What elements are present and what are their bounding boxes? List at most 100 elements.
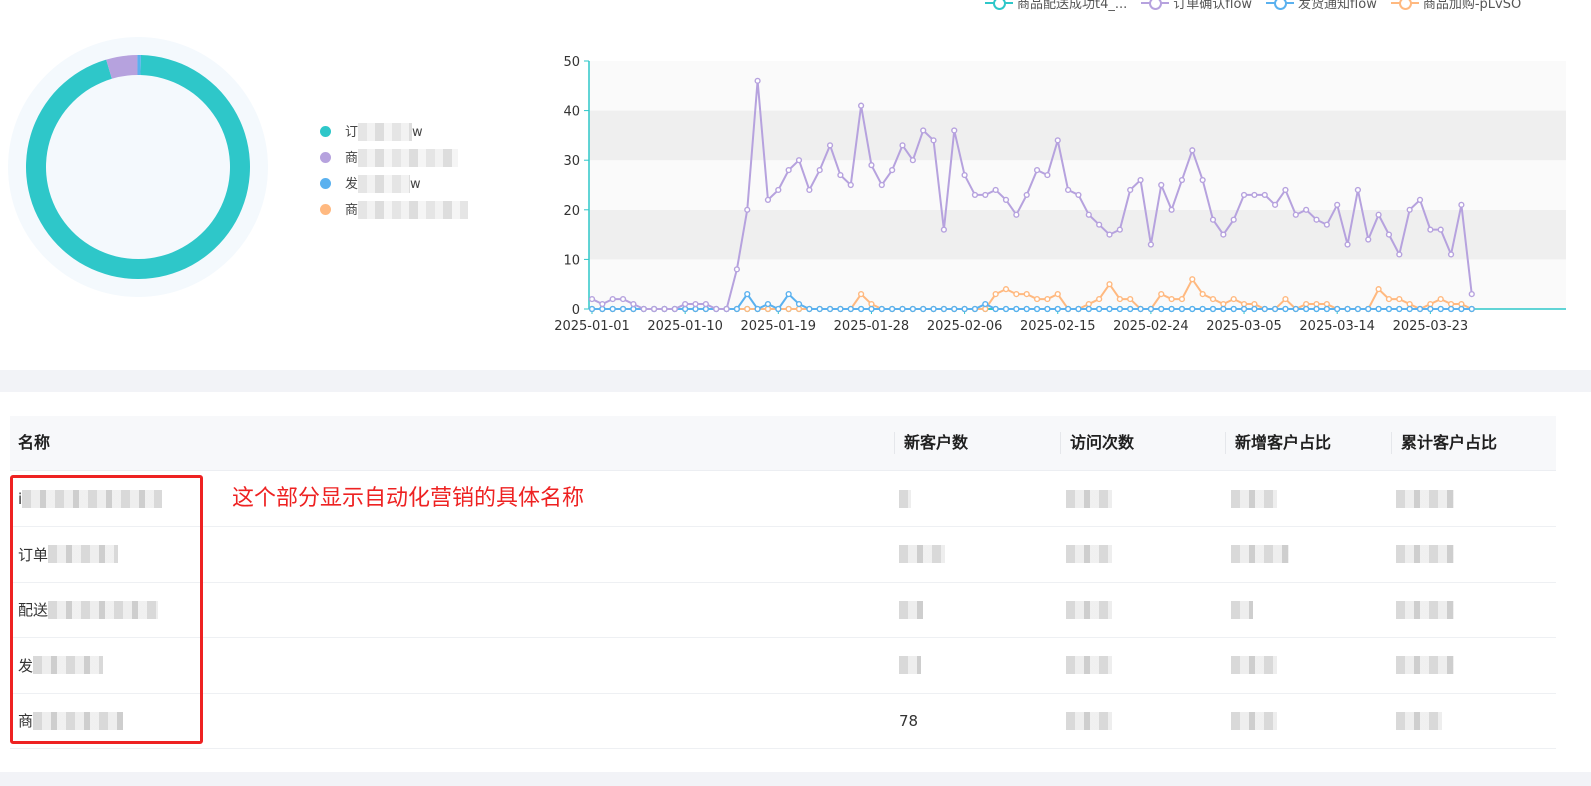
data-point[interactable] [1013, 305, 1020, 313]
table-row[interactable]: 商 78 [10, 693, 1556, 749]
data-point[interactable] [837, 171, 844, 179]
data-point[interactable] [837, 305, 844, 313]
data-point[interactable] [1427, 226, 1434, 233]
data-point[interactable] [982, 305, 989, 313]
data-point[interactable] [775, 305, 782, 313]
data-point[interactable] [599, 300, 606, 308]
data-point[interactable] [982, 300, 989, 308]
data-point[interactable] [1220, 300, 1227, 308]
data-point[interactable] [1158, 291, 1165, 298]
data-point[interactable] [1064, 186, 1072, 194]
data-point[interactable] [1168, 295, 1175, 303]
data-point[interactable] [1158, 181, 1165, 189]
data-point[interactable] [1375, 211, 1382, 218]
data-point[interactable] [1323, 305, 1330, 313]
data-point[interactable] [1127, 295, 1134, 303]
data-point[interactable] [1416, 305, 1424, 313]
data-point[interactable] [1406, 206, 1413, 213]
data-point[interactable] [1261, 191, 1268, 199]
data-point[interactable] [764, 305, 772, 313]
data-point[interactable] [1230, 216, 1237, 223]
header-visits[interactable]: 访问次数 [1070, 416, 1134, 470]
data-point[interactable] [868, 162, 875, 169]
data-point[interactable] [961, 171, 968, 179]
data-point[interactable] [1178, 176, 1186, 184]
data-point[interactable] [1033, 305, 1041, 313]
data-point[interactable] [1240, 305, 1248, 313]
data-point[interactable] [1209, 305, 1217, 313]
data-point[interactable] [1054, 291, 1061, 298]
table-row[interactable]: 订单 [10, 527, 1556, 583]
data-point[interactable] [816, 167, 823, 174]
data-point[interactable] [1334, 201, 1341, 208]
data-point[interactable] [702, 305, 709, 313]
data-point[interactable] [857, 102, 865, 109]
data-point[interactable] [1406, 305, 1413, 313]
data-point[interactable] [1147, 241, 1155, 248]
data-point[interactable] [1468, 291, 1475, 298]
data-point[interactable] [619, 295, 627, 303]
data-point[interactable] [878, 305, 885, 313]
data-point[interactable] [1251, 191, 1258, 199]
data-point[interactable] [1199, 291, 1206, 298]
data-point[interactable] [1354, 305, 1362, 313]
data-point[interactable] [1365, 236, 1372, 243]
data-point[interactable] [878, 181, 885, 189]
data-point[interactable] [1013, 211, 1020, 218]
data-point[interactable] [671, 305, 678, 313]
data-point[interactable] [806, 305, 813, 313]
data-point[interactable] [630, 305, 637, 313]
data-point[interactable] [847, 181, 854, 189]
data-point[interactable] [1303, 305, 1310, 313]
data-point[interactable] [1271, 201, 1279, 208]
data-point[interactable] [1240, 191, 1248, 199]
data-point[interactable] [1396, 251, 1403, 258]
data-point[interactable] [806, 186, 813, 194]
data-point[interactable] [1044, 295, 1051, 303]
data-point[interactable] [682, 305, 689, 313]
data-point[interactable] [1261, 305, 1268, 313]
data-point[interactable] [713, 305, 720, 313]
data-point[interactable] [1054, 305, 1061, 313]
data-point[interactable] [1137, 176, 1144, 184]
data-point[interactable] [1303, 206, 1310, 213]
data-point[interactable] [795, 157, 803, 164]
data-point[interactable] [795, 300, 803, 308]
data-point[interactable] [1303, 300, 1310, 308]
data-point[interactable] [1458, 300, 1465, 308]
data-point[interactable] [826, 142, 834, 149]
data-point[interactable] [650, 305, 658, 313]
data-point[interactable] [1189, 147, 1196, 154]
data-point[interactable] [588, 295, 596, 303]
data-point[interactable] [640, 305, 647, 313]
data-point[interactable] [744, 206, 751, 213]
data-point[interactable] [785, 291, 792, 298]
data-point[interactable] [971, 305, 979, 313]
data-point[interactable] [1168, 206, 1175, 213]
data-point[interactable] [857, 291, 865, 298]
data-point[interactable] [775, 186, 782, 194]
data-point[interactable] [826, 305, 834, 313]
data-point[interactable] [889, 305, 896, 313]
data-point[interactable] [1054, 137, 1061, 144]
data-point[interactable] [1230, 295, 1237, 303]
data-point[interactable] [1396, 305, 1403, 313]
data-point[interactable] [1127, 186, 1134, 194]
data-point[interactable] [1127, 305, 1134, 313]
data-point[interactable] [1427, 305, 1434, 313]
data-point[interactable] [785, 305, 792, 313]
data-point[interactable] [909, 305, 916, 313]
data-point[interactable] [847, 305, 854, 313]
data-point[interactable] [795, 305, 803, 313]
data-point[interactable] [971, 191, 979, 199]
data-point[interactable] [1437, 305, 1444, 313]
data-point[interactable] [1168, 305, 1175, 313]
data-point[interactable] [889, 167, 896, 174]
data-point[interactable] [733, 305, 741, 313]
data-point[interactable] [1199, 176, 1206, 184]
data-point[interactable] [733, 266, 741, 273]
data-point[interactable] [1323, 300, 1330, 308]
data-point[interactable] [1033, 295, 1041, 303]
data-point[interactable] [1106, 281, 1113, 288]
data-point[interactable] [609, 295, 616, 303]
